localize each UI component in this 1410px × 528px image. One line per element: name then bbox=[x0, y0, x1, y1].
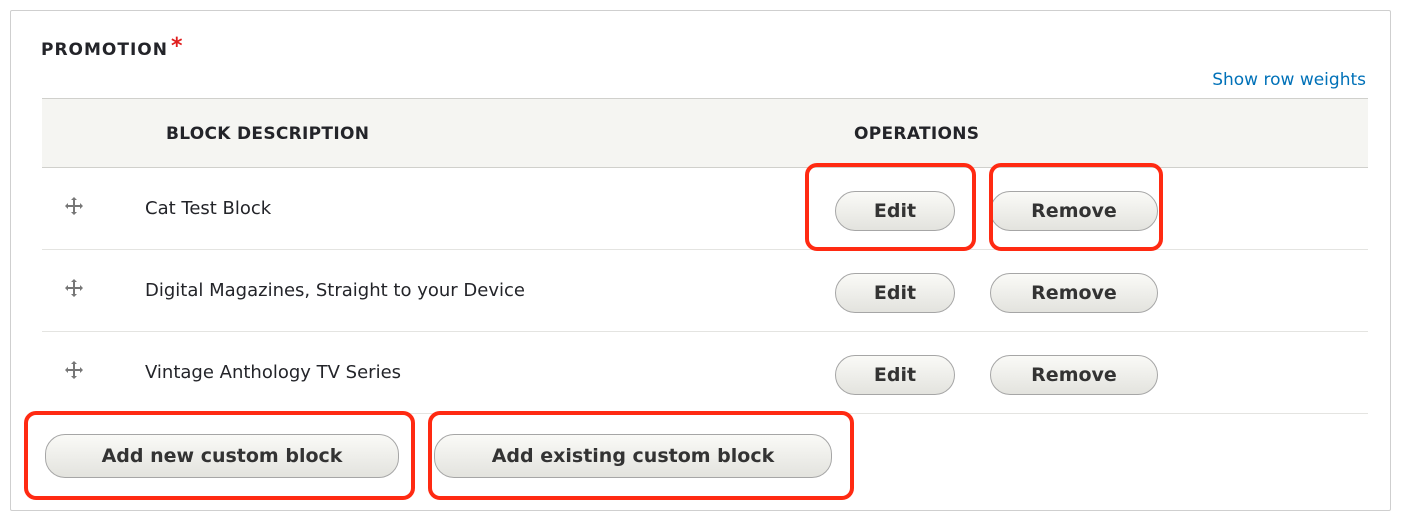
required-marker: * bbox=[170, 34, 184, 59]
block-title: Digital Magazines, Straight to your Devi… bbox=[145, 280, 525, 301]
block-title: Vintage Anthology TV Series bbox=[145, 362, 402, 383]
column-header-block-description: BLOCK DESCRIPTION bbox=[166, 124, 370, 144]
drag-handle-icon[interactable] bbox=[64, 360, 84, 380]
table-row: Cat Test Block Edit Remove bbox=[42, 168, 1368, 250]
add-existing-custom-block-button[interactable]: Add existing custom block bbox=[434, 434, 832, 478]
show-row-weights-link[interactable]: Show row weights bbox=[1212, 70, 1366, 90]
table-header: BLOCK DESCRIPTION OPERATIONS bbox=[42, 98, 1368, 168]
table-row: Vintage Anthology TV Series Edit Remove bbox=[42, 332, 1368, 414]
column-header-operations: OPERATIONS bbox=[854, 124, 980, 144]
edit-button[interactable]: Edit bbox=[835, 191, 955, 231]
edit-button[interactable]: Edit bbox=[835, 273, 955, 313]
add-new-custom-block-button[interactable]: Add new custom block bbox=[45, 434, 399, 478]
blocks-table: BLOCK DESCRIPTION OPERATIONS Cat Test Bl… bbox=[42, 98, 1368, 414]
block-title: Cat Test Block bbox=[145, 198, 272, 219]
drag-handle-icon[interactable] bbox=[64, 196, 84, 216]
remove-button[interactable]: Remove bbox=[990, 273, 1158, 313]
remove-button[interactable]: Remove bbox=[990, 191, 1158, 231]
edit-button[interactable]: Edit bbox=[835, 355, 955, 395]
legend-text: PROMOTION bbox=[41, 40, 168, 60]
table-row: Digital Magazines, Straight to your Devi… bbox=[42, 250, 1368, 332]
drag-handle-icon[interactable] bbox=[64, 278, 84, 298]
fieldset-legend: PROMOTION * bbox=[41, 34, 184, 61]
remove-button[interactable]: Remove bbox=[990, 355, 1158, 395]
